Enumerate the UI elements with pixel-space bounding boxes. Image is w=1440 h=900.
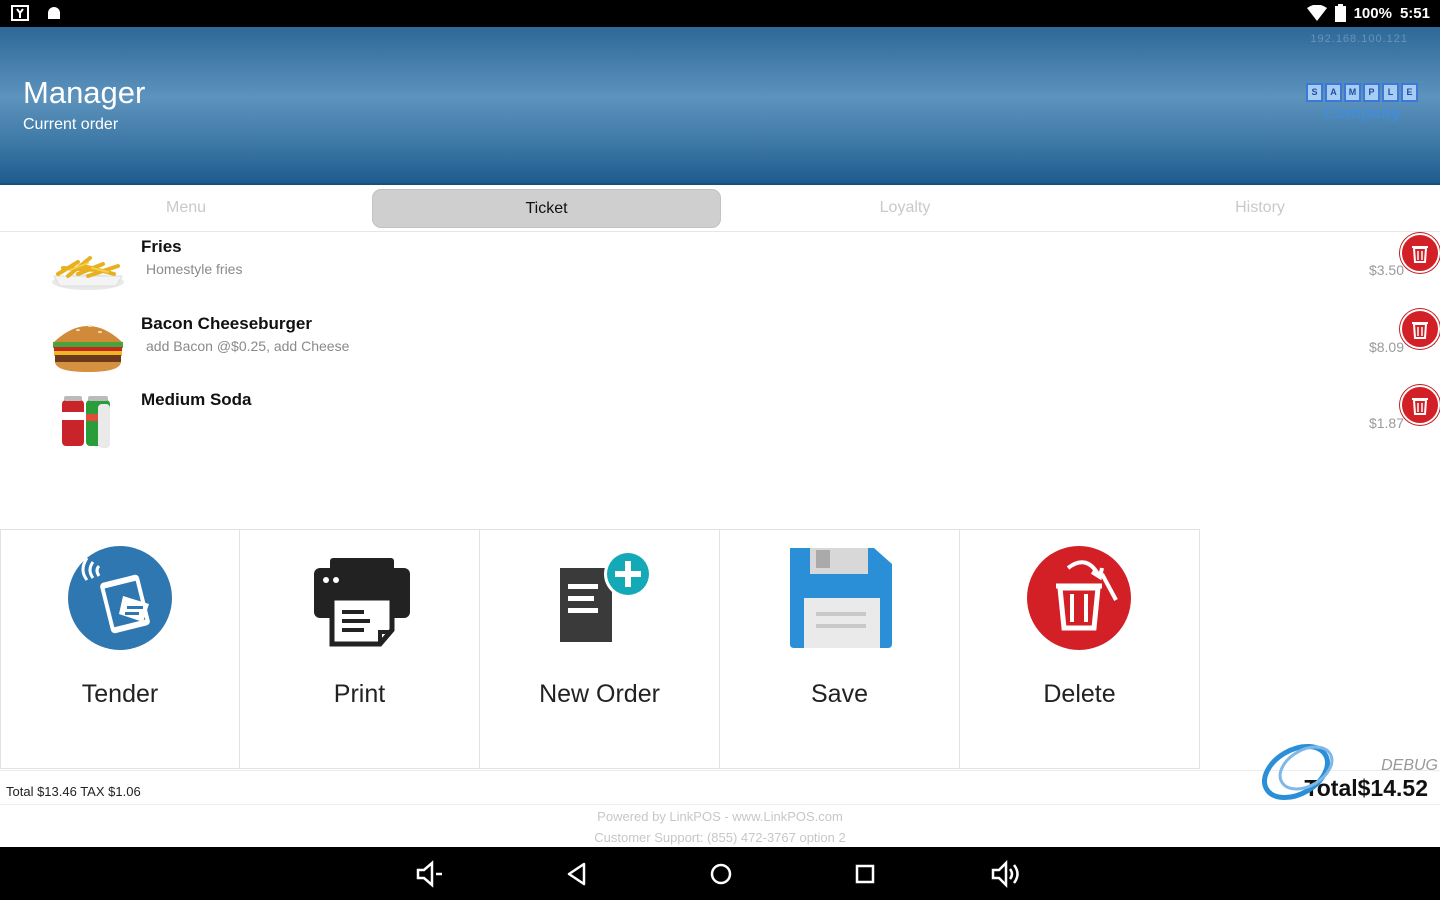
new-order-icon (560, 550, 652, 642)
company-logo: S A M P L E Company (1306, 83, 1418, 122)
recent-apps-icon[interactable] (850, 859, 880, 889)
battery-icon (1334, 4, 1346, 22)
powered-by: Powered by LinkPOS - www.LinkPOS.com (597, 809, 843, 824)
soda-icon (62, 396, 110, 448)
footer: Powered by LinkPOS - www.LinkPOS.com Cus… (0, 806, 1440, 848)
subtotal-tax: Total $13.46 TAX $1.06 (6, 784, 141, 799)
item-price: $1.87 (1368, 415, 1404, 431)
item-price: $8.09 (1368, 339, 1404, 355)
order-item-bacon-cheeseburger[interactable]: Bacon Cheeseburger add Bacon @$0.25, add… (0, 308, 1440, 384)
battery-percent: 100% (1353, 4, 1392, 22)
item-description: Homestyle fries (146, 261, 243, 277)
burger-icon (53, 325, 123, 372)
item-price: $3.50 (1368, 262, 1404, 278)
page-title: Manager (23, 75, 146, 110)
volume-up-icon[interactable] (990, 859, 1020, 889)
ip-address: 192.168.100.121 (1310, 33, 1408, 45)
remove-item-button[interactable] (1400, 385, 1440, 425)
tender-label: Tender (81, 680, 159, 708)
android-icon (48, 7, 60, 19)
delete-button[interactable]: Delete (960, 529, 1200, 769)
remove-item-button[interactable] (1400, 233, 1440, 273)
order-item-medium-soda[interactable]: Medium Soda $1.87 (0, 384, 1440, 460)
item-name: Fries (141, 237, 182, 256)
trash-icon (1027, 546, 1131, 650)
tender-button[interactable]: Tender (0, 529, 240, 769)
item-name: Medium Soda (141, 390, 252, 409)
app-header: 192.168.100.121 Manager Current order S … (0, 27, 1440, 185)
navigation-bar (0, 847, 1440, 900)
tender-icon (68, 546, 172, 650)
volume-down-icon[interactable] (414, 859, 444, 889)
print-label: Print (333, 680, 386, 708)
tab-bar: Menu Ticket Loyalty History (0, 185, 1440, 232)
trash-icon (1412, 246, 1428, 263)
printer-icon (314, 558, 410, 647)
clock: 5:51 (1399, 4, 1430, 22)
status-bar: 100% 5:51 (0, 0, 1440, 27)
new-order-label: New Order (539, 680, 660, 708)
support-line: Customer Support: (855) 472-3767 option … (594, 830, 846, 845)
new-order-button[interactable]: New Order (480, 529, 720, 769)
debug-label: DEBUG (1381, 757, 1438, 774)
order-item-fries[interactable]: Fries Homestyle fries $3.50 (0, 232, 1440, 308)
floppy-disk-icon (790, 548, 892, 648)
notification-icon (11, 5, 29, 21)
save-label: Save (811, 680, 868, 708)
tab-menu[interactable]: Menu (0, 189, 372, 226)
remove-item-button[interactable] (1400, 309, 1440, 349)
totals-bar: Total $13.46 TAX $1.06 Total$14.52 DEBUG (0, 757, 1440, 805)
trash-icon (1412, 322, 1428, 339)
tab-loyalty[interactable]: Loyalty (730, 189, 1080, 226)
item-description: add Bacon @$0.25, add Cheese (146, 338, 350, 354)
home-icon[interactable] (706, 859, 736, 889)
trash-icon (1412, 398, 1428, 415)
page-subtitle: Current order (23, 116, 119, 133)
delete-label: Delete (1043, 680, 1116, 708)
action-bar: Tender Print New Order Save Delete (0, 529, 1200, 769)
tab-ticket[interactable]: Ticket (372, 189, 721, 228)
wifi-icon (1306, 5, 1327, 21)
save-button[interactable]: Save (720, 529, 960, 769)
globe-icon (1262, 743, 1334, 801)
print-button[interactable]: Print (240, 529, 480, 769)
item-name: Bacon Cheeseburger (141, 314, 312, 333)
back-icon[interactable] (562, 859, 592, 889)
fries-icon (52, 256, 124, 290)
tab-history[interactable]: History (1080, 189, 1440, 226)
